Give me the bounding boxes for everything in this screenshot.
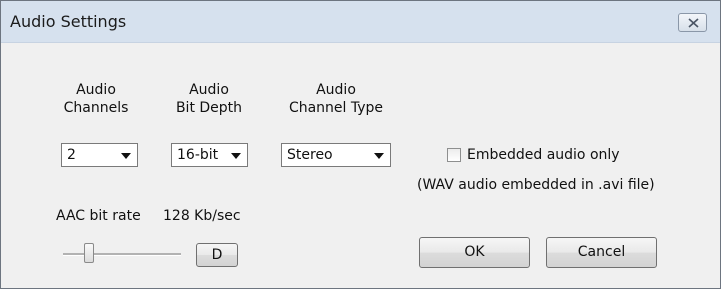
bit-depth-label: Audio Bit Depth bbox=[169, 81, 249, 117]
ok-button[interactable]: OK bbox=[419, 237, 530, 268]
cancel-button-label: Cancel bbox=[577, 244, 626, 260]
default-bit-rate-button-label: D bbox=[211, 247, 223, 263]
audio-channels-select[interactable]: 2 bbox=[61, 143, 138, 167]
aac-bit-rate-label: AAC bit rate bbox=[56, 208, 141, 224]
aac-bit-rate-slider-track[interactable] bbox=[63, 253, 181, 256]
channel-type-label: Audio Channel Type bbox=[281, 81, 391, 117]
audio-settings-dialog: Audio Settings Audio Channels 2 Audio Bi… bbox=[0, 0, 721, 289]
aac-bit-rate-slider-thumb[interactable] bbox=[84, 243, 94, 263]
audio-channels-label: Audio Channels bbox=[61, 81, 131, 117]
chevron-down-icon bbox=[374, 153, 384, 159]
audio-channels-label-line2: Channels bbox=[63, 100, 129, 116]
dialog-title: Audio Settings bbox=[10, 12, 127, 31]
aac-bit-rate-value: 128 Kb/sec bbox=[163, 208, 241, 224]
channel-type-label-line2: Channel Type bbox=[288, 100, 384, 116]
close-button[interactable] bbox=[678, 13, 707, 32]
chevron-down-icon bbox=[231, 153, 241, 159]
channel-type-select[interactable]: Stereo bbox=[281, 143, 391, 167]
ok-button-label: OK bbox=[464, 244, 485, 260]
channel-type-label-line1: Audio bbox=[316, 82, 356, 98]
channel-type-value: Stereo bbox=[287, 147, 333, 163]
cancel-button[interactable]: Cancel bbox=[546, 237, 657, 268]
bit-depth-select[interactable]: 16-bit bbox=[171, 143, 248, 167]
embedded-audio-label[interactable]: Embedded audio only bbox=[467, 146, 620, 164]
audio-channels-value: 2 bbox=[67, 147, 76, 163]
default-bit-rate-button[interactable]: D bbox=[196, 243, 238, 267]
close-icon bbox=[688, 18, 699, 28]
bit-depth-value: 16-bit bbox=[177, 147, 219, 163]
chevron-down-icon bbox=[121, 153, 131, 159]
embedded-audio-checkbox[interactable] bbox=[447, 148, 461, 162]
title-bar[interactable]: Audio Settings bbox=[1, 1, 720, 43]
audio-channels-label-line1: Audio bbox=[76, 82, 116, 98]
bit-depth-label-line1: Audio bbox=[189, 82, 229, 98]
bit-depth-label-line2: Bit Depth bbox=[175, 100, 243, 116]
embedded-audio-note: (WAV audio embedded in .avi file) bbox=[417, 177, 655, 193]
